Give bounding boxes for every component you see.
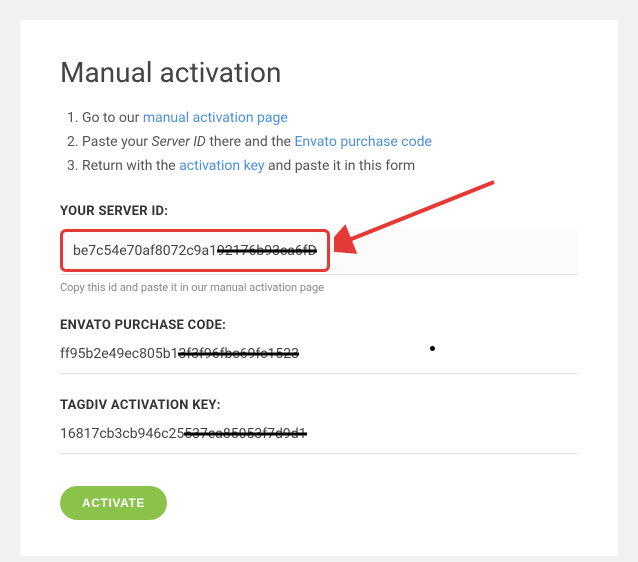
manual-activation-link[interactable]: manual activation page — [143, 110, 288, 126]
step-3-suffix: and paste it in this form — [265, 158, 416, 174]
server-id-block: YOUR SERVER ID: be7c54e70af8072c9a192176… — [60, 204, 578, 293]
activation-key-visible: 16817cb3cb946c25 — [60, 426, 184, 442]
step-1: Go to our manual activation page — [82, 107, 578, 131]
purchase-code-visible: ff95b2e49ec805b1 — [60, 346, 178, 362]
activation-card: Manual activation Go to our manual activ… — [20, 20, 618, 556]
activate-button[interactable]: ACTIVATE — [60, 486, 167, 520]
activation-key-redacted: 537ea85053f7d9d1 — [184, 425, 306, 443]
step-2: Paste your Server ID there and the Envat… — [82, 131, 578, 155]
step-3: Return with the activation key and paste… — [82, 155, 578, 179]
step-3-prefix: Return with the — [82, 158, 179, 174]
server-id-helper: Copy this id and paste it in our manual … — [60, 281, 578, 294]
step-1-prefix: Go to our — [82, 110, 143, 126]
purchase-code-redacted: 3f3f96fbc69fc1523 — [178, 345, 299, 363]
activation-key-block: TAGDIV ACTIVATION KEY: 16817cb3cb946c255… — [60, 398, 578, 454]
step-2-prefix: Paste your — [82, 134, 152, 150]
step-2-serverid: Server ID — [152, 134, 206, 150]
activation-key-row: 16817cb3cb946c25537ea85053f7d9d1 — [60, 423, 578, 454]
activation-key-link[interactable]: activation key — [179, 158, 264, 174]
server-id-row: be7c54e70af8072c9a192176b93ca6fD — [60, 229, 578, 274]
page-title: Manual activation — [60, 56, 578, 89]
steps-list: Go to our manual activation page Paste y… — [60, 107, 578, 178]
purchase-code-row: ff95b2e49ec805b13f3f96fbc69fc1523 — [60, 343, 578, 374]
server-id-label: YOUR SERVER ID: — [60, 204, 578, 219]
step-2-mid: there and the — [206, 134, 295, 150]
activation-key-label: TAGDIV ACTIVATION KEY: — [60, 398, 578, 413]
server-id-highlight-box: be7c54e70af8072c9a192176b93ca6fD — [60, 229, 330, 271]
server-id-visible: be7c54e70af8072c9a1 — [73, 243, 217, 259]
purchase-code-label: ENVATO PURCHASE CODE: — [60, 318, 578, 333]
decorative-dot — [430, 346, 435, 351]
envato-code-link[interactable]: Envato purchase code — [294, 134, 431, 150]
purchase-code-block: ENVATO PURCHASE CODE: ff95b2e49ec805b13f… — [60, 318, 578, 374]
server-id-redacted: 92176b93ca6fD — [217, 242, 317, 260]
